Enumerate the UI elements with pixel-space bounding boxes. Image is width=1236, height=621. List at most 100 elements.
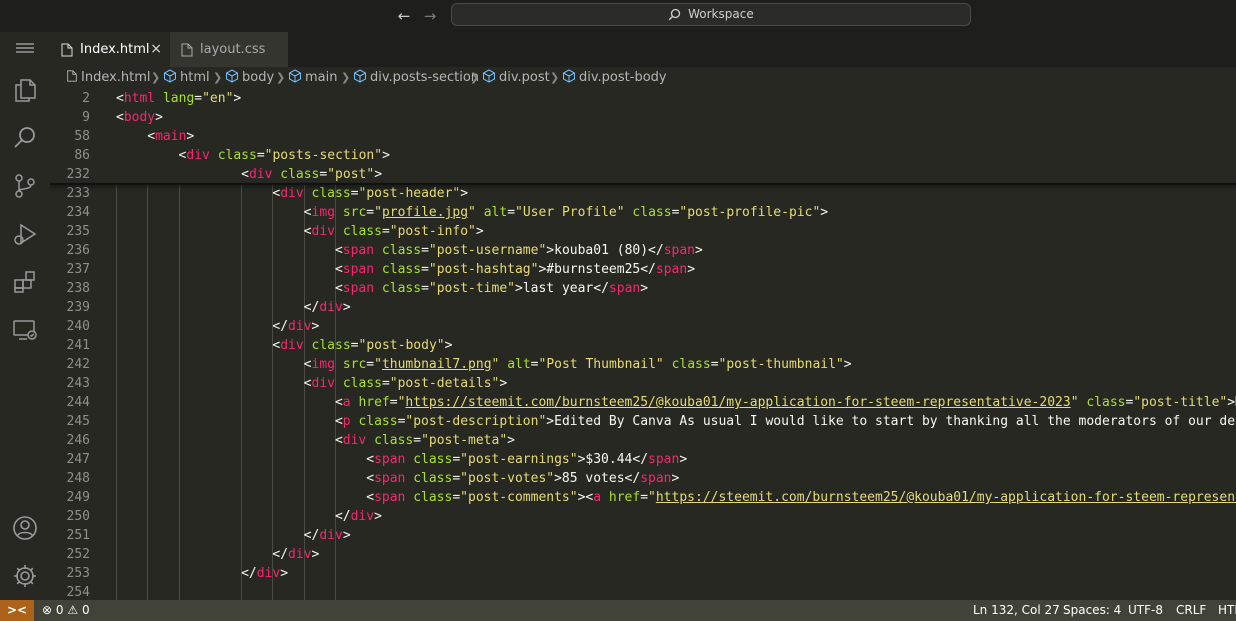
- error-icon: ⊗: [42, 603, 53, 617]
- breadcrumb-item-posts-section[interactable]: div.posts-section: [353, 67, 479, 89]
- extensions-icon[interactable]: [11, 268, 39, 296]
- line-ending-setting[interactable]: CRLF: [1176, 600, 1206, 621]
- line-number: 254: [66, 585, 90, 600]
- line-number: 245: [66, 414, 90, 429]
- line-number: 249: [66, 490, 90, 505]
- code-line[interactable]: 242 <img src="thumbnail7.png" alt="Post T…: [50, 355, 1236, 374]
- menu-icon[interactable]: [11, 34, 39, 62]
- code-line[interactable]: 238 <span class="post-time">last year</sp…: [50, 279, 1236, 298]
- code-line[interactable]: 86 <div class="posts-section">: [50, 146, 1236, 165]
- language-mode[interactable]: HTML: [1218, 600, 1236, 621]
- run-debug-icon[interactable]: [11, 220, 39, 248]
- code-line[interactable]: 252 </div>: [50, 545, 1236, 564]
- code-line[interactable]: 9 <body>: [50, 108, 1236, 127]
- line-number: 235: [66, 224, 90, 239]
- code-text: </div>: [272, 319, 320, 334]
- code-line[interactable]: 241 <div class="post-body">: [50, 336, 1236, 355]
- code-line[interactable]: 232 <div class="post">: [50, 165, 1236, 184]
- code-line[interactable]: 237 <span class="post-hashtag">#burnsteem…: [50, 260, 1236, 279]
- line-number: 243: [66, 376, 90, 391]
- code-line[interactable]: 244 <a href="https://steemit.com/burnstee…: [50, 393, 1236, 412]
- cursor-position[interactable]: Ln 132, Col 27: [973, 600, 1060, 621]
- code-text: <span class="post-time">last year</span>: [334, 281, 649, 296]
- tab-index-html[interactable]: Index.html ×: [50, 32, 170, 67]
- remote-explorer-icon[interactable]: [11, 316, 39, 344]
- search-icon[interactable]: [11, 124, 39, 152]
- line-number: 247: [66, 452, 90, 467]
- line-number: 250: [66, 509, 90, 524]
- account-icon[interactable]: [11, 514, 39, 542]
- code-line[interactable]: 248 <span class="post-votes">85 votes</sp…: [50, 469, 1236, 488]
- file-icon: [61, 43, 73, 57]
- sticky-scroll-shadow: [50, 183, 1236, 185]
- code-line[interactable]: 250 </div>: [50, 507, 1236, 526]
- breadcrumb-item-post[interactable]: div.post: [482, 67, 550, 89]
- forward-arrow-icon[interactable]: →: [420, 6, 440, 26]
- line-number: 2: [82, 91, 90, 106]
- remote-indicator-button[interactable]: ><: [0, 600, 34, 621]
- breadcrumb-item-post-body[interactable]: div.post-body: [562, 67, 667, 89]
- encoding-setting[interactable]: UTF-8: [1128, 600, 1163, 621]
- code-text: <span class="post-comments"><a href="htt…: [366, 490, 1236, 505]
- chevron-right-icon: ❯: [470, 71, 480, 84]
- breadcrumb: Index.html ❯ html ❯ body ❯ main ❯ div.po…: [50, 67, 1236, 89]
- code-editor[interactable]: 233 <div class="post-header"> 234 <img src=…: [50, 89, 1236, 600]
- close-icon[interactable]: ×: [150, 32, 162, 67]
- code-line[interactable]: 246 <div class="post-meta">: [50, 431, 1236, 450]
- code-line[interactable]: 235 <div class="post-info">: [50, 222, 1236, 241]
- code-text: <img src="thumbnail7.png" alt="Post Thum…: [303, 357, 852, 372]
- explorer-icon[interactable]: [11, 76, 39, 104]
- code-text: </div>: [241, 566, 289, 581]
- code-line[interactable]: 2 <html lang="en">: [50, 89, 1236, 108]
- code-line[interactable]: 236 <span class="post-username">kouba01 (…: [50, 241, 1236, 260]
- command-center-search[interactable]: Workspace: [451, 3, 971, 26]
- code-line[interactable]: 254: [50, 583, 1236, 600]
- element-icon: [483, 69, 495, 83]
- code-text: <span class="post-username">kouba01 (80)…: [334, 243, 703, 258]
- code-line[interactable]: 245 <p class="post-description">Edited By…: [50, 412, 1236, 431]
- code-line[interactable]: 239 </div>: [50, 298, 1236, 317]
- breadcrumb-item-file[interactable]: Index.html: [66, 67, 151, 89]
- code-line[interactable]: 58 <main>: [50, 127, 1236, 146]
- breadcrumb-item-body[interactable]: body: [225, 67, 274, 89]
- line-number: 233: [66, 186, 90, 201]
- chevron-right-icon: ❯: [151, 71, 161, 84]
- code-line[interactable]: 253 </div>: [50, 564, 1236, 583]
- code-line[interactable]: 247 <span class="post-earnings">$30.44</s…: [50, 450, 1236, 469]
- tab-label: layout.css: [200, 42, 266, 57]
- line-number: 58: [74, 129, 90, 144]
- file-icon: [181, 43, 193, 57]
- code-line[interactable]: 243 <div class="post-details">: [50, 374, 1236, 393]
- problems-indicator[interactable]: ⊗ 0 ⚠ 0: [42, 600, 90, 621]
- line-number: 253: [66, 566, 90, 581]
- code-text: <div class="posts-section">: [178, 148, 390, 163]
- tab-layout-css[interactable]: layout.css: [170, 32, 288, 67]
- code-line[interactable]: 233 <div class="post-header">: [50, 184, 1236, 203]
- code-text: <span class="post-earnings">$30.44</span…: [366, 452, 688, 467]
- chevron-right-icon: ❯: [276, 71, 286, 84]
- chevron-right-icon: ❯: [213, 71, 223, 84]
- indentation-setting[interactable]: Spaces: 4: [1063, 600, 1121, 621]
- code-line[interactable]: 240 </div>: [50, 317, 1236, 336]
- editor-tabs: Index.html × layout.css: [50, 32, 1236, 67]
- source-control-icon[interactable]: [11, 172, 39, 200]
- element-icon: [289, 69, 301, 83]
- code-text: <div class="post-details">: [303, 376, 508, 391]
- line-number: 252: [66, 547, 90, 562]
- breadcrumb-item-main[interactable]: main: [288, 67, 337, 89]
- breadcrumb-item-html[interactable]: html: [163, 67, 210, 89]
- line-number: 240: [66, 319, 90, 334]
- line-number: 246: [66, 433, 90, 448]
- code-line[interactable]: 234 <img src="profile.jpg" alt="User Prof…: [50, 203, 1236, 222]
- line-number: 242: [66, 357, 90, 372]
- code-text: <p class="post-description">Edited By Ca…: [334, 414, 1236, 429]
- element-icon: [354, 69, 366, 83]
- line-number: 9: [82, 110, 90, 125]
- line-number: 251: [66, 528, 90, 543]
- settings-gear-icon[interactable]: [11, 562, 39, 590]
- code-text: <div class="post-meta">: [334, 433, 515, 448]
- back-arrow-icon[interactable]: ←: [394, 6, 414, 26]
- code-line[interactable]: 249 <span class="post-comments"><a href="…: [50, 488, 1236, 507]
- code-text: <main>: [147, 129, 195, 144]
- code-line[interactable]: 251 </div>: [50, 526, 1236, 545]
